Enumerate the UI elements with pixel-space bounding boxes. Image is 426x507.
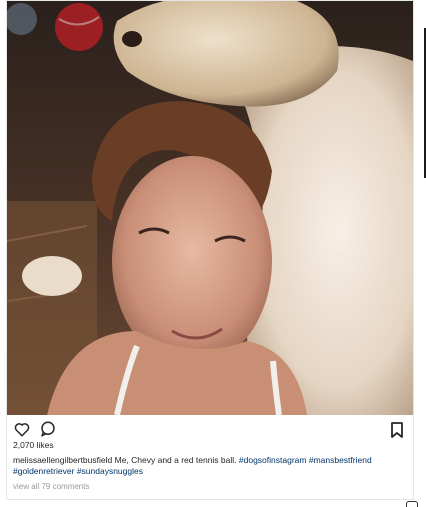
post-caption: melissaellengilbertbusfield Me, Chevy an…: [13, 455, 405, 477]
caption-text: Me, Chevy and a red tennis ball.: [114, 455, 237, 465]
post-photo-image: [7, 1, 413, 415]
post-actions: [13, 419, 57, 439]
hashtag-link[interactable]: #mansbestfriend: [309, 455, 372, 465]
view-all-comments-link[interactable]: view all 79 comments: [13, 482, 89, 491]
instagram-post-card: 2,070 likes melissaellengilbertbusfield …: [6, 0, 414, 500]
hashtag-link[interactable]: #goldenretriever: [13, 466, 74, 476]
likes-count[interactable]: 2,070 likes: [13, 440, 54, 450]
caption-username[interactable]: melissaellengilbertbusfield: [13, 455, 112, 465]
comment-bubble-icon[interactable]: [39, 420, 57, 438]
scrollbar-track[interactable]: [422, 0, 426, 507]
hashtag-link[interactable]: #dogsofinstagram: [239, 455, 307, 465]
post-photo[interactable]: [7, 1, 413, 415]
camera-icon[interactable]: [406, 501, 418, 507]
hashtag-link[interactable]: #sundaysnuggles: [77, 466, 143, 476]
bookmark-icon[interactable]: [389, 421, 405, 439]
heart-outline-icon[interactable]: [13, 420, 31, 438]
